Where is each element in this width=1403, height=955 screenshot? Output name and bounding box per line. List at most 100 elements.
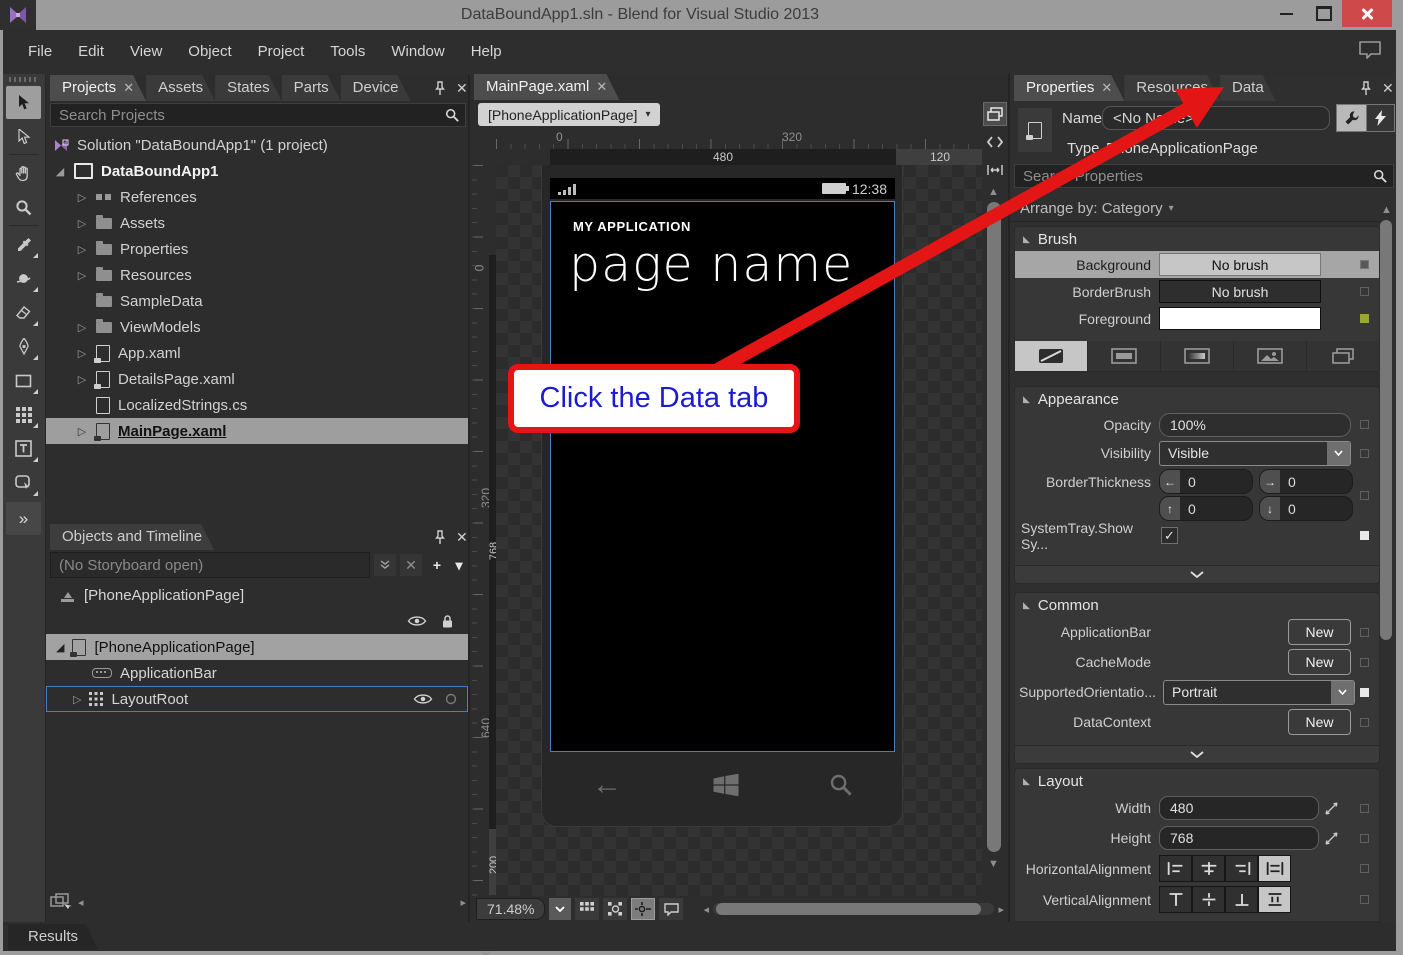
visibility-dropdown[interactable]: Visible — [1159, 441, 1351, 466]
tab-device[interactable]: Device — [341, 75, 411, 101]
borderthickness-bottom-input[interactable]: ↓0 — [1259, 496, 1353, 521]
tab-parts[interactable]: Parts — [282, 75, 341, 101]
pin-icon[interactable] — [1360, 81, 1372, 96]
systemtray-checkbox[interactable]: ✓ — [1161, 527, 1178, 544]
menu-project[interactable]: Project — [245, 30, 318, 74]
common-header[interactable]: ◣ Common — [1015, 593, 1379, 617]
expander-icon[interactable]: ▷ — [76, 347, 88, 360]
zoom-tool[interactable] — [6, 191, 41, 224]
panel-close-icon[interactable]: ✕ — [456, 80, 468, 97]
more-tools-button[interactable]: » — [6, 502, 41, 535]
property-marker[interactable] — [1360, 688, 1369, 697]
expander-icon[interactable]: ▷ — [76, 373, 88, 386]
menu-file[interactable]: File — [15, 30, 65, 74]
expander-icon[interactable]: ▷ — [76, 269, 88, 282]
size-reset-icon[interactable] — [1325, 802, 1338, 815]
asset-shape-tool[interactable] — [6, 466, 41, 499]
tab-projects[interactable]: Projects✕ — [50, 75, 146, 101]
eraser-tool[interactable] — [6, 296, 41, 329]
eyedropper-tool[interactable] — [6, 228, 41, 261]
tab-data[interactable]: Data — [1220, 75, 1276, 101]
rectangle-tool[interactable] — [6, 364, 41, 397]
maximize-button[interactable] — [1306, 0, 1342, 27]
breadcrumb[interactable]: [PhoneApplicationPage] ▾ — [478, 103, 660, 126]
image-brush-button[interactable] — [1234, 341, 1307, 371]
horizontal-scrollbar[interactable] — [90, 895, 455, 909]
valign-bottom-button[interactable] — [1225, 886, 1258, 913]
borderbrush-value[interactable]: No brush — [1159, 280, 1321, 303]
property-marker[interactable] — [1360, 491, 1369, 500]
appearance-expander[interactable] — [1015, 565, 1379, 583]
tree-row-appxaml[interactable]: ▷ App.xaml — [46, 340, 468, 366]
property-marker[interactable] — [1360, 804, 1369, 813]
common-expander[interactable] — [1015, 745, 1379, 763]
eye-icon[interactable] — [407, 615, 427, 627]
pin-icon[interactable] — [434, 81, 446, 96]
split-view-button[interactable] — [983, 158, 1007, 182]
tab-close-icon[interactable]: ✕ — [1101, 75, 1112, 101]
camera-orbit-tool[interactable] — [6, 262, 41, 295]
layout-header[interactable]: ◣ Layout — [1015, 769, 1379, 793]
xaml-view-button[interactable] — [983, 130, 1007, 154]
menu-view[interactable]: View — [117, 30, 175, 74]
borderbrush-row[interactable]: BorderBrush No brush — [1015, 278, 1379, 305]
document-tab-mainpage[interactable]: MainPage.xaml ✕ — [474, 74, 619, 100]
scroll-right-icon[interactable]: ▸ — [998, 903, 1004, 916]
tree-row-solution[interactable]: Solution "DataBoundApp1" (1 project) — [46, 132, 468, 158]
expander-icon[interactable]: ◢ — [54, 165, 66, 178]
lock-icon[interactable] — [441, 614, 454, 629]
horizontal-scrollbar[interactable] — [713, 903, 994, 915]
pan-tool[interactable] — [6, 157, 41, 190]
toolstrip-grip[interactable] — [9, 77, 37, 82]
scroll-up-icon[interactable]: ▲ — [1381, 204, 1392, 216]
property-marker[interactable] — [1360, 420, 1369, 429]
search-properties-input[interactable]: Search Properties — [1014, 164, 1394, 188]
property-marker[interactable] — [1360, 531, 1369, 540]
object-row-layoutroot[interactable]: ▷ LayoutRoot — [46, 686, 468, 712]
design-view-button[interactable] — [983, 102, 1007, 126]
tab-close-icon[interactable]: ✕ — [123, 75, 134, 101]
foreground-swatch[interactable] — [1159, 307, 1321, 330]
expander-icon[interactable]: ◢ — [56, 641, 64, 654]
property-marker[interactable] — [1360, 287, 1369, 296]
name-input[interactable]: <No Name> — [1102, 106, 1330, 130]
background-brush-value[interactable]: No brush — [1159, 253, 1321, 276]
valign-top-button[interactable] — [1159, 886, 1192, 913]
tree-row-properties[interactable]: ▷ Properties — [46, 236, 468, 262]
expander-icon[interactable]: ▷ — [73, 693, 81, 706]
expander-icon[interactable]: ▷ — [76, 425, 88, 438]
object-row-page-selected[interactable]: ◢ [PhoneApplicationPage] — [46, 634, 468, 660]
expander-icon[interactable]: ▷ — [76, 243, 88, 256]
gradient-brush-button[interactable] — [1161, 341, 1234, 371]
datacontext-new-button[interactable]: New — [1288, 709, 1351, 735]
phone-screen[interactable]: MY APPLICATION page name — [550, 201, 895, 752]
eye-icon[interactable] — [413, 693, 433, 705]
borderthickness-left-input[interactable]: ←0 — [1159, 469, 1253, 494]
object-row-root[interactable]: [PhoneApplicationPage] — [46, 582, 468, 608]
selection-tool[interactable] — [6, 86, 41, 119]
menu-help[interactable]: Help — [458, 30, 515, 74]
snap-to-snaplines-button[interactable] — [631, 898, 655, 920]
menu-edit[interactable]: Edit — [65, 30, 117, 74]
foreground-row[interactable]: Foreground — [1015, 305, 1379, 332]
supportedorientations-dropdown[interactable]: Portrait — [1163, 680, 1355, 705]
properties-mode-button[interactable] — [1336, 104, 1367, 132]
objects-timeline-tab[interactable]: Objects and Timeline — [50, 524, 214, 550]
size-reset-icon[interactable] — [1325, 832, 1338, 845]
design-canvas[interactable]: 12:38 MY APPLICATION page name ← — [496, 165, 984, 896]
cachemode-new-button[interactable]: New — [1288, 649, 1351, 675]
storyboard-options-button[interactable]: ▾ — [452, 554, 466, 576]
tree-row-project[interactable]: ◢ DataBoundApp1 — [46, 158, 468, 184]
brush-resource-button[interactable] — [1307, 341, 1379, 371]
scroll-right-icon[interactable]: ▸ — [460, 896, 466, 909]
annotations-button[interactable] — [659, 898, 683, 920]
appearance-header[interactable]: ◣ Appearance — [1015, 387, 1379, 411]
storyboard-collapse-all-button[interactable] — [374, 554, 396, 576]
layers-icon[interactable] — [50, 893, 72, 911]
solid-brush-button[interactable] — [1088, 341, 1161, 371]
halign-right-button[interactable] — [1225, 855, 1258, 882]
tab-assets[interactable]: Assets — [146, 75, 215, 101]
minimize-button[interactable] — [1268, 0, 1304, 27]
grid-panel-tool[interactable] — [6, 398, 41, 431]
property-marker[interactable] — [1360, 718, 1369, 727]
